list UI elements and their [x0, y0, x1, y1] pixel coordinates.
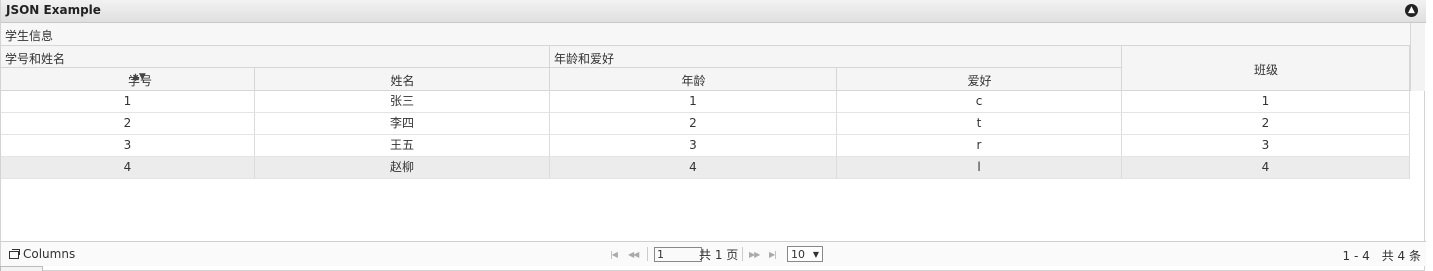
sort-arrows-icon[interactable]: ▲▼	[132, 72, 146, 82]
cell-class: 2	[1122, 113, 1410, 135]
pager-separator	[647, 247, 648, 261]
first-page-icon[interactable]: |◀	[610, 250, 618, 259]
rows-per-page-select[interactable]: 10 ▼	[787, 246, 823, 262]
columns-label: Columns	[23, 247, 76, 261]
column-header-age-label: 年龄	[681, 74, 706, 88]
cell-hobby: t	[837, 113, 1122, 135]
cell-class: 1	[1122, 91, 1410, 113]
cell-age: 2	[550, 113, 837, 135]
bottom-tab[interactable]	[0, 266, 43, 271]
cell-class: 3	[1122, 135, 1410, 157]
cell-id: 4	[1, 157, 255, 179]
group-header-id-name: 学号和姓名	[1, 46, 550, 68]
column-header-id[interactable]: 学号 ▲▼	[1, 68, 255, 91]
chevron-up-icon: ▲	[1408, 5, 1415, 15]
cell-hobby: c	[837, 91, 1122, 113]
group-header-age-hobby: 年龄和爱好	[550, 46, 1122, 68]
cell-age: 3	[550, 135, 837, 157]
cell-age: 1	[550, 91, 837, 113]
header-scrollbar-gutter	[1410, 23, 1425, 91]
column-header-name-label: 姓名	[390, 74, 415, 88]
grid-title: JSON Example	[6, 3, 101, 17]
collapse-grid-button[interactable]: ▲	[1405, 4, 1418, 17]
cell-name: 李四	[255, 113, 550, 135]
prev-page-icon[interactable]: ◀◀	[628, 250, 639, 259]
record-info: 1 - 4 共 4 条	[1342, 249, 1422, 263]
next-page-icon[interactable]: ▶▶	[749, 250, 760, 259]
columns-button[interactable]: Columns	[9, 247, 75, 261]
cell-hobby: l	[837, 157, 1122, 179]
page-number-input[interactable]: 1	[654, 247, 702, 262]
cell-id: 2	[1, 113, 255, 135]
cell-id: 3	[1, 135, 255, 157]
cell-hobby: r	[837, 135, 1122, 157]
columns-icon	[9, 249, 20, 259]
group-header-age-hobby-label: 年龄和爱好	[554, 52, 615, 66]
column-header-hobby[interactable]: 爱好	[837, 68, 1122, 91]
total-pages-label: 共 1 页	[699, 248, 739, 262]
column-header-class-label: 班级	[1253, 63, 1278, 77]
cell-id: 1	[1, 91, 255, 113]
grid-titlebar: JSON Example ▲	[1, 0, 1426, 23]
last-page-icon[interactable]: ▶|	[769, 250, 777, 259]
column-header-class[interactable]: 班级	[1122, 46, 1410, 91]
jqgrid: JSON Example ▲ 学生信息 学号和姓名 年龄和爱好 班级 学号 ▲▼ …	[0, 0, 1426, 271]
pager-separator	[742, 247, 743, 261]
cell-class: 4	[1122, 157, 1410, 179]
cell-name: 王五	[255, 135, 550, 157]
grid-caption: 学生信息	[1, 23, 1410, 46]
cell-age: 4	[550, 157, 837, 179]
chevron-down-icon: ▼	[812, 250, 819, 259]
column-header-age[interactable]: 年龄	[550, 68, 837, 91]
column-header-name[interactable]: 姓名	[255, 68, 550, 91]
cell-name: 赵柳	[255, 157, 550, 179]
grid-pager: Columns |◀ ◀◀ 1 共 1 页 ▶▶ ▶| 10 ▼ 1 - 4 共…	[1, 241, 1426, 266]
caption-text: 学生信息	[5, 29, 54, 43]
group-header-id-name-label: 学号和姓名	[5, 52, 66, 66]
cell-name: 张三	[255, 91, 550, 113]
rows-per-page-value: 10	[791, 248, 805, 261]
column-header-hobby-label: 爱好	[967, 74, 992, 88]
